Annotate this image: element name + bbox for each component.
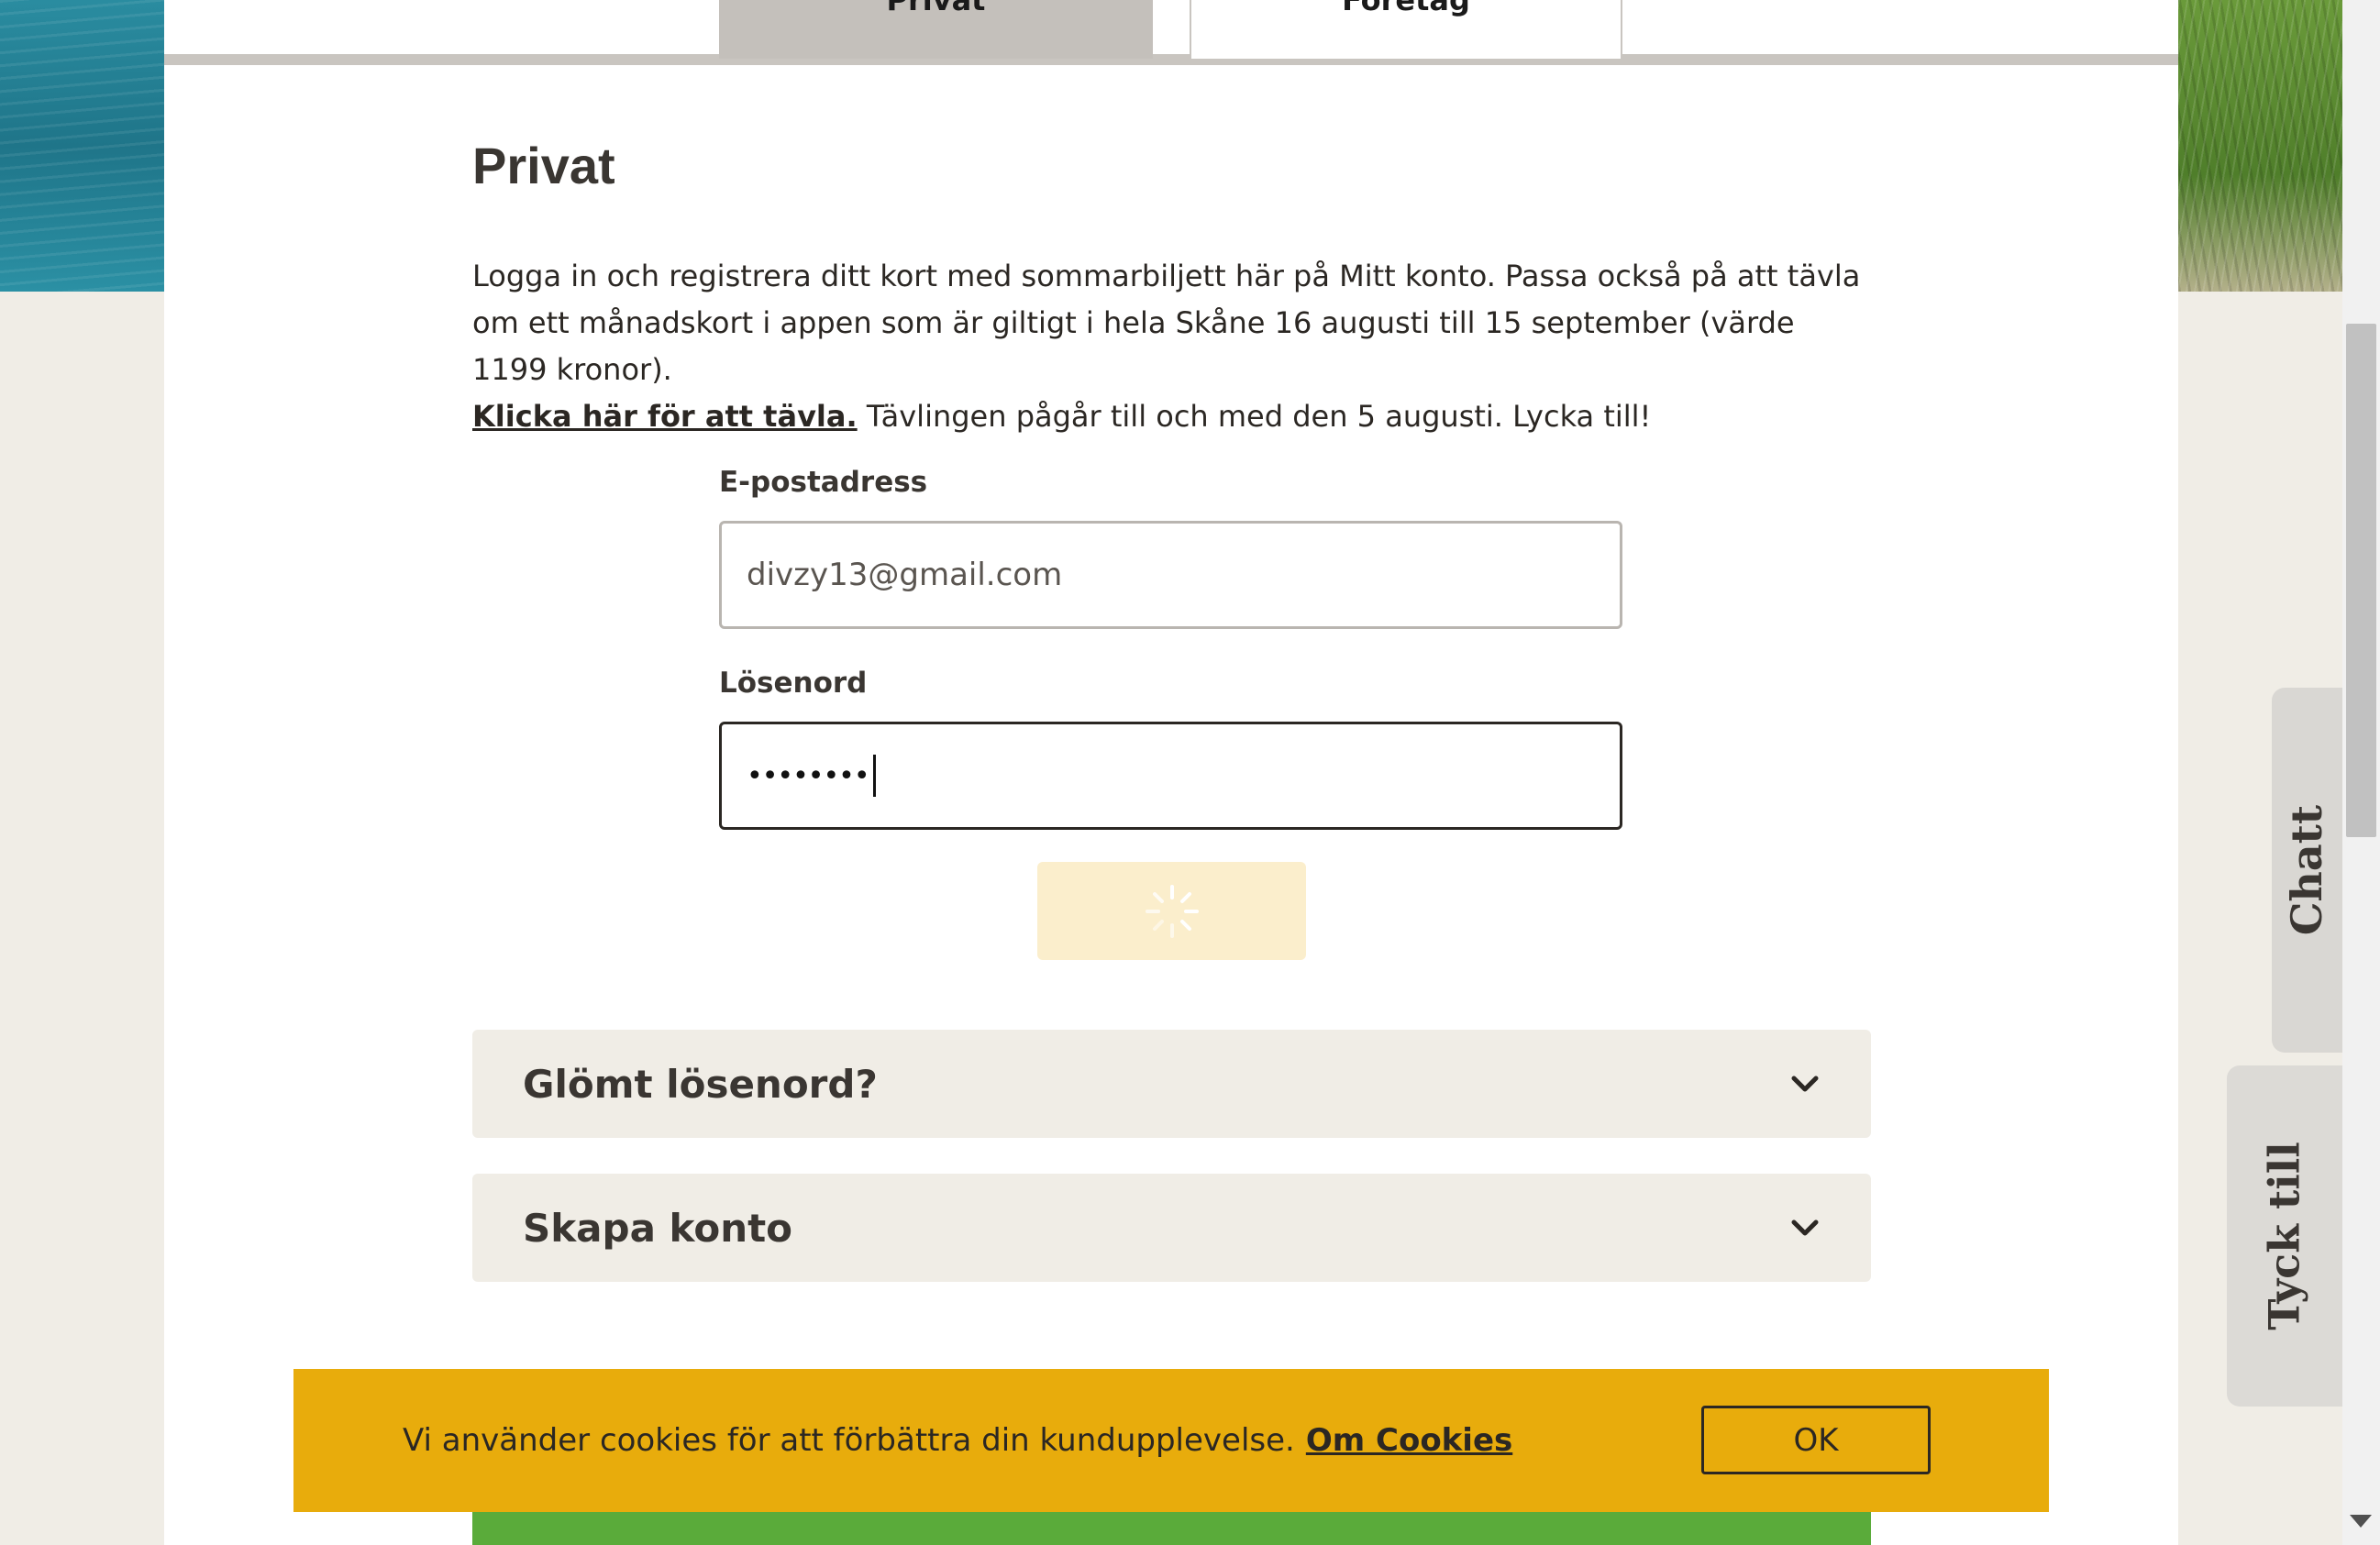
accordion-create-account[interactable]: Skapa konto (472, 1174, 1871, 1282)
chevron-down-icon (1791, 1219, 1819, 1236)
password-value: •••••••• (747, 759, 870, 792)
cookie-banner: Vi använder cookies för att förbättra di… (293, 1369, 2049, 1512)
intro-paragraph: Logga in och registrera ditt kort med so… (472, 253, 1876, 440)
contest-link[interactable]: Klicka här för att tävla. (472, 399, 858, 434)
password-field[interactable]: •••••••• (719, 722, 1622, 830)
cookie-ok-button[interactable]: OK (1701, 1406, 1931, 1474)
password-label: Lösenord (719, 667, 868, 700)
email-field[interactable]: divzy13@gmail.com (719, 521, 1622, 629)
email-label: E-postadress (719, 466, 928, 499)
text-caret (872, 755, 876, 797)
cookie-message: Vi använder cookies för att förbättra di… (403, 1369, 1512, 1512)
scrollbar-thumb[interactable] (2346, 324, 2376, 837)
intro-text: Logga in och registrera ditt kort med so… (472, 259, 1861, 387)
login-button[interactable] (1037, 862, 1306, 960)
scroll-down-arrow-icon[interactable] (2350, 1515, 2372, 1528)
page-title: Privat (472, 137, 615, 194)
tab-privat[interactable]: Privat (719, 0, 1153, 59)
tabs-underline (164, 54, 2178, 65)
accordion-forgot-label: Glömt lösenord? (523, 1061, 878, 1107)
cookie-text: Vi använder cookies för att förbättra di… (403, 1422, 1295, 1459)
decorative-water-image (0, 0, 164, 292)
chat-side-tab-label: Chatt (2282, 804, 2332, 936)
chat-side-tab[interactable]: Chatt (2272, 688, 2342, 1053)
tab-foretag-label: Företag (1342, 0, 1470, 17)
feedback-side-tab-label: Tyck till (2260, 1142, 2310, 1330)
accordion-create-label: Skapa konto (523, 1205, 793, 1251)
decorative-grass-image (2178, 0, 2342, 292)
tab-foretag[interactable]: Företag (1190, 0, 1622, 59)
email-value: divzy13@gmail.com (747, 557, 1063, 593)
intro-tail: Tävlingen pågår till och med den 5 augus… (857, 399, 1652, 434)
loading-spinner-icon (1145, 884, 1199, 938)
feedback-side-tab[interactable]: Tyck till (2227, 1065, 2342, 1407)
accordion-forgot-password[interactable]: Glömt lösenord? (472, 1030, 1871, 1138)
tab-privat-label: Privat (886, 0, 986, 17)
chevron-down-icon (1791, 1076, 1819, 1092)
cookie-info-link[interactable]: Om Cookies (1306, 1422, 1512, 1459)
